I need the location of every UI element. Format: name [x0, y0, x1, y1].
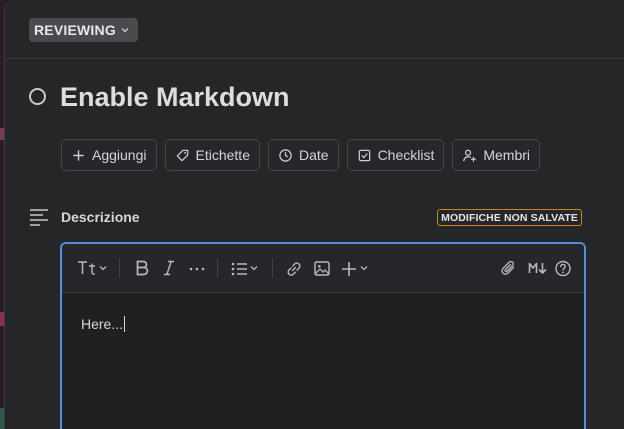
description-label: Descrizione — [61, 209, 140, 225]
markdown-icon — [528, 262, 547, 274]
tag-icon — [176, 149, 188, 161]
complete-toggle-circle[interactable] — [29, 88, 46, 105]
toolbar-separator — [272, 258, 273, 278]
attach-button[interactable] — [500, 256, 518, 280]
user-plus-icon — [463, 149, 477, 162]
text-caret — [124, 316, 126, 332]
editor-toolbar — [62, 244, 584, 293]
editor-text: Here... — [81, 316, 124, 332]
image-button[interactable] — [313, 256, 331, 280]
description-header: Descrizione MODIFICHE NON SALVATE — [29, 207, 589, 229]
text-style-icon — [78, 261, 107, 275]
bold-button[interactable] — [134, 256, 150, 280]
insert-plus-icon — [342, 262, 368, 276]
plus-icon — [73, 149, 84, 161]
checkbox-icon — [358, 149, 370, 161]
description-editor[interactable]: Here... — [60, 242, 586, 429]
list-button[interactable] — [230, 256, 264, 280]
more-formatting-button[interactable] — [188, 256, 206, 280]
add-button-label: Aggiungi — [92, 147, 147, 163]
attachment-icon — [501, 260, 515, 275]
checklist-button[interactable]: Checklist — [346, 139, 445, 171]
italic-button[interactable] — [162, 256, 176, 280]
labels-button[interactable]: Etichette — [164, 139, 260, 171]
unsaved-changes-badge: MODIFICHE NON SALVATE — [437, 209, 582, 226]
link-icon — [287, 262, 301, 276]
checklist-button-label: Checklist — [377, 147, 435, 163]
dates-button-label: Date — [298, 147, 329, 163]
more-icon — [189, 267, 205, 271]
members-button[interactable]: Membri — [452, 139, 541, 171]
title-row: Enable Markdown — [29, 82, 290, 113]
bold-icon — [136, 260, 149, 276]
italic-icon — [164, 260, 174, 276]
status-label: REVIEWING — [34, 22, 116, 38]
help-icon — [555, 260, 571, 277]
insert-button[interactable] — [341, 256, 375, 280]
toolbar-separator — [217, 258, 218, 278]
dates-button[interactable]: Date — [267, 139, 339, 171]
link-button[interactable] — [285, 256, 303, 280]
labels-button-label: Etichette — [195, 147, 250, 163]
description-lines-icon — [30, 209, 48, 226]
list-icon — [231, 262, 258, 276]
card-title[interactable]: Enable Markdown — [60, 82, 290, 113]
markdown-toggle-button[interactable] — [528, 256, 548, 280]
help-button[interactable] — [554, 256, 572, 280]
toolbar-separator — [119, 258, 120, 278]
status-dropdown[interactable]: REVIEWING — [29, 18, 138, 42]
members-button-label: Membri — [483, 147, 531, 163]
card-header-bar: REVIEWING — [5, 0, 624, 59]
clock-icon — [279, 148, 292, 162]
text-style-button[interactable] — [76, 256, 110, 280]
card-actions: Aggiungi Etichette Date Checklist Membri — [61, 139, 541, 171]
chevron-down-icon — [121, 28, 129, 33]
editor-content[interactable]: Here... — [81, 316, 126, 332]
image-icon — [314, 261, 330, 276]
card-detail-panel: REVIEWING Enable Markdown Aggiungi Etich… — [4, 0, 624, 429]
add-button[interactable]: Aggiungi — [61, 139, 157, 171]
